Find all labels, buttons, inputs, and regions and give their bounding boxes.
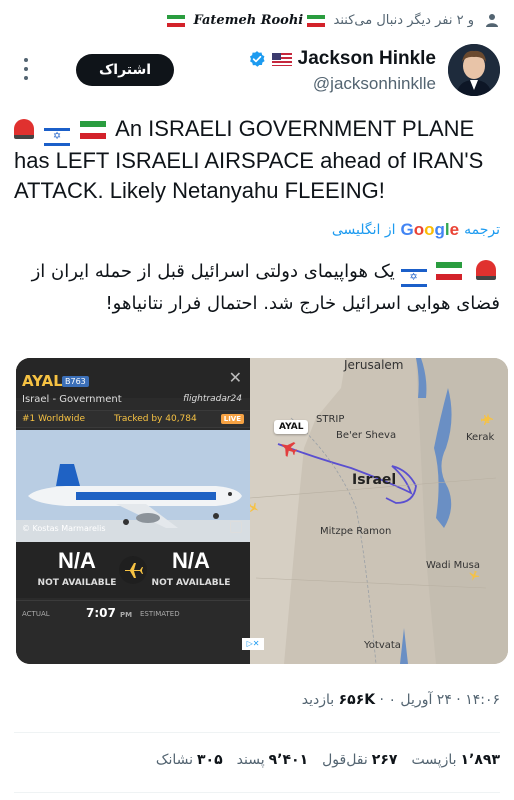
iran-flag-icon-3 (80, 121, 107, 139)
views-label: بازدید (301, 692, 335, 708)
reposts-stat[interactable]: ۱٬۸۹۳بازپست (411, 752, 500, 768)
usa-flag-icon (271, 52, 292, 66)
live-badge: LIVE (220, 414, 244, 424)
translated-text-block: ✡ یک هواپیمای دولتی اسرائیل قبل از حمله … (14, 256, 500, 320)
photo-credit: © Kostas Marmarelis (22, 524, 106, 533)
ad-choices-icon[interactable]: ▷✕ (242, 638, 264, 650)
likes-label: پسند (236, 752, 265, 768)
flight-tracked: Tracked by 40,784 (114, 414, 197, 424)
aircraft-type-badge: B763 (62, 376, 89, 387)
verified-badge-icon (249, 51, 265, 67)
reposts-label: بازپست (411, 752, 457, 768)
divider-bottom (14, 792, 500, 793)
likes-stat[interactable]: ۹٬۴۰۱پسند (237, 752, 308, 768)
social-context[interactable]: و ۲ نفر دیگر دنبال می‌کنند Fatemeh Roohi (60, 8, 500, 32)
author-name: Jackson Hinkle (297, 48, 436, 69)
map-label-mitzpe: Mitzpe Ramon (320, 526, 392, 537)
siren-icon-2 (476, 260, 496, 280)
tweet-header: Jackson Hinkle @jacksonhinklle اشتراک (14, 44, 500, 108)
flight-route: N/A NOT AVAILABLE N/A NOT AVAILABLE (16, 542, 250, 598)
israel-flag-icon: ✡ (44, 128, 71, 146)
map-label-yotvata: Yotvata (364, 640, 401, 651)
destination-code: N/A (172, 548, 210, 573)
avatar[interactable] (448, 44, 500, 96)
google-logo: Google (400, 220, 460, 239)
author-block[interactable]: Jackson Hinkle @jacksonhinklle (248, 48, 436, 94)
close-icon[interactable]: ✕ (229, 368, 242, 387)
translate-suffix: از انگلیسی (331, 222, 396, 238)
origin-code: N/A (58, 548, 96, 573)
iran-flag-icon-2 (167, 14, 186, 27)
flight-info-header: AYAL B763 ✕ (16, 358, 250, 398)
israel-flag-icon-2: ✡ (400, 269, 427, 287)
flight-operator: Israel - Government (22, 394, 122, 405)
view-count: ۶۵۶K (338, 692, 376, 708)
map-label-kerak: Kerak (466, 432, 495, 443)
bookmarks-label: نشانک (155, 752, 193, 768)
tweet-meta[interactable]: ۱۴:۰۶ · ۲۴ آوریل ۰ · ۶۵۶K بازدید (14, 692, 500, 708)
flight-stats-bar: #1 Worldwide Tracked by 40,784 LIVE (16, 410, 250, 428)
author-handle: @jacksonhinklle (312, 74, 436, 93)
flight-info-panel: AYAL B763 ✕ Israel - Government flightra… (16, 358, 250, 664)
tweet-media[interactable]: Jerusalem STRIP Be'er Sheva Israel Mitzp… (16, 358, 508, 664)
quotes-stat[interactable]: ۲۶۷نقل‌قول (322, 752, 397, 768)
likes-count: ۹٬۴۰۱ (268, 752, 309, 768)
origin-status: NOT AVAILABLE (37, 578, 117, 588)
bookmarks-stat[interactable]: ۳۰۵نشانک (156, 752, 223, 768)
flightradar-logo: flightradar24 (183, 394, 242, 404)
map-label-strip: STRIP (316, 414, 345, 425)
flight-callsign: AYAL (22, 372, 63, 390)
iran-flag-icon-4 (436, 262, 463, 280)
subscribe-button[interactable]: اشتراک (76, 54, 174, 86)
translated-text: یک هواپیمای دولتی اسرائیل قبل از حمله ای… (31, 261, 500, 314)
quotes-count: ۲۶۷ (371, 752, 398, 768)
destination-status: NOT AVAILABLE (151, 578, 231, 588)
aircraft-map-tag: AYAL (274, 420, 309, 434)
actual-time: 7:07 PM (86, 606, 132, 620)
bookmarks-count: ۳۰۵ (197, 752, 223, 768)
person-icon (486, 14, 498, 27)
tweet-body: ✡ An ISRAELI GOVERNMENT PLANE has LEFT I… (14, 114, 500, 206)
avatar-image (448, 44, 500, 96)
context-follow-text: و ۲ نفر دیگر دنبال می‌کنند (333, 12, 474, 28)
map-label-jerusalem: Jerusalem (344, 358, 404, 372)
reposts-count: ۱٬۸۹۳ (460, 752, 501, 768)
iran-flag-icon (307, 14, 326, 27)
tweet-date: ۲۴ آوریل ۰ (388, 692, 452, 708)
flight-times: ACTUAL 7:07 PM ESTIMATED (16, 600, 250, 626)
translate-link[interactable]: ترجمه Google از انگلیسی (332, 220, 500, 240)
quotes-label: نقل‌قول (322, 752, 368, 768)
map-label-beer-sheva: Be'er Sheva (336, 430, 397, 441)
actual-time-suffix: PM (120, 611, 133, 619)
flight-info-footer (16, 626, 250, 664)
context-name: Fatemeh Roohi (193, 12, 304, 28)
map-label-wadi-musa: Wadi Musa (426, 560, 480, 571)
translate-prefix: ترجمه (464, 222, 500, 238)
map-label-israel: Israel (352, 472, 397, 488)
author-name-row: Jackson Hinkle (248, 48, 436, 70)
tweet-time: ۱۴:۰۶ (465, 692, 500, 708)
external-link-icon[interactable] (230, 521, 242, 533)
social-context-text: و ۲ نفر دیگر دنبال می‌کنند Fatemeh Roohi (167, 13, 474, 28)
flight-rank: #1 Worldwide (22, 414, 86, 424)
more-options-icon[interactable] (22, 58, 30, 80)
actual-label: ACTUAL (22, 610, 50, 618)
tweet-stats: ۱٬۸۹۳بازپست ۲۶۷نقل‌قول ۹٬۴۰۱پسند ۳۰۵نشان… (156, 752, 500, 768)
estimated-label: ESTIMATED (140, 610, 180, 618)
siren-icon (14, 119, 34, 139)
divider-top (14, 732, 500, 733)
actual-time-value: 7:07 (86, 606, 116, 620)
